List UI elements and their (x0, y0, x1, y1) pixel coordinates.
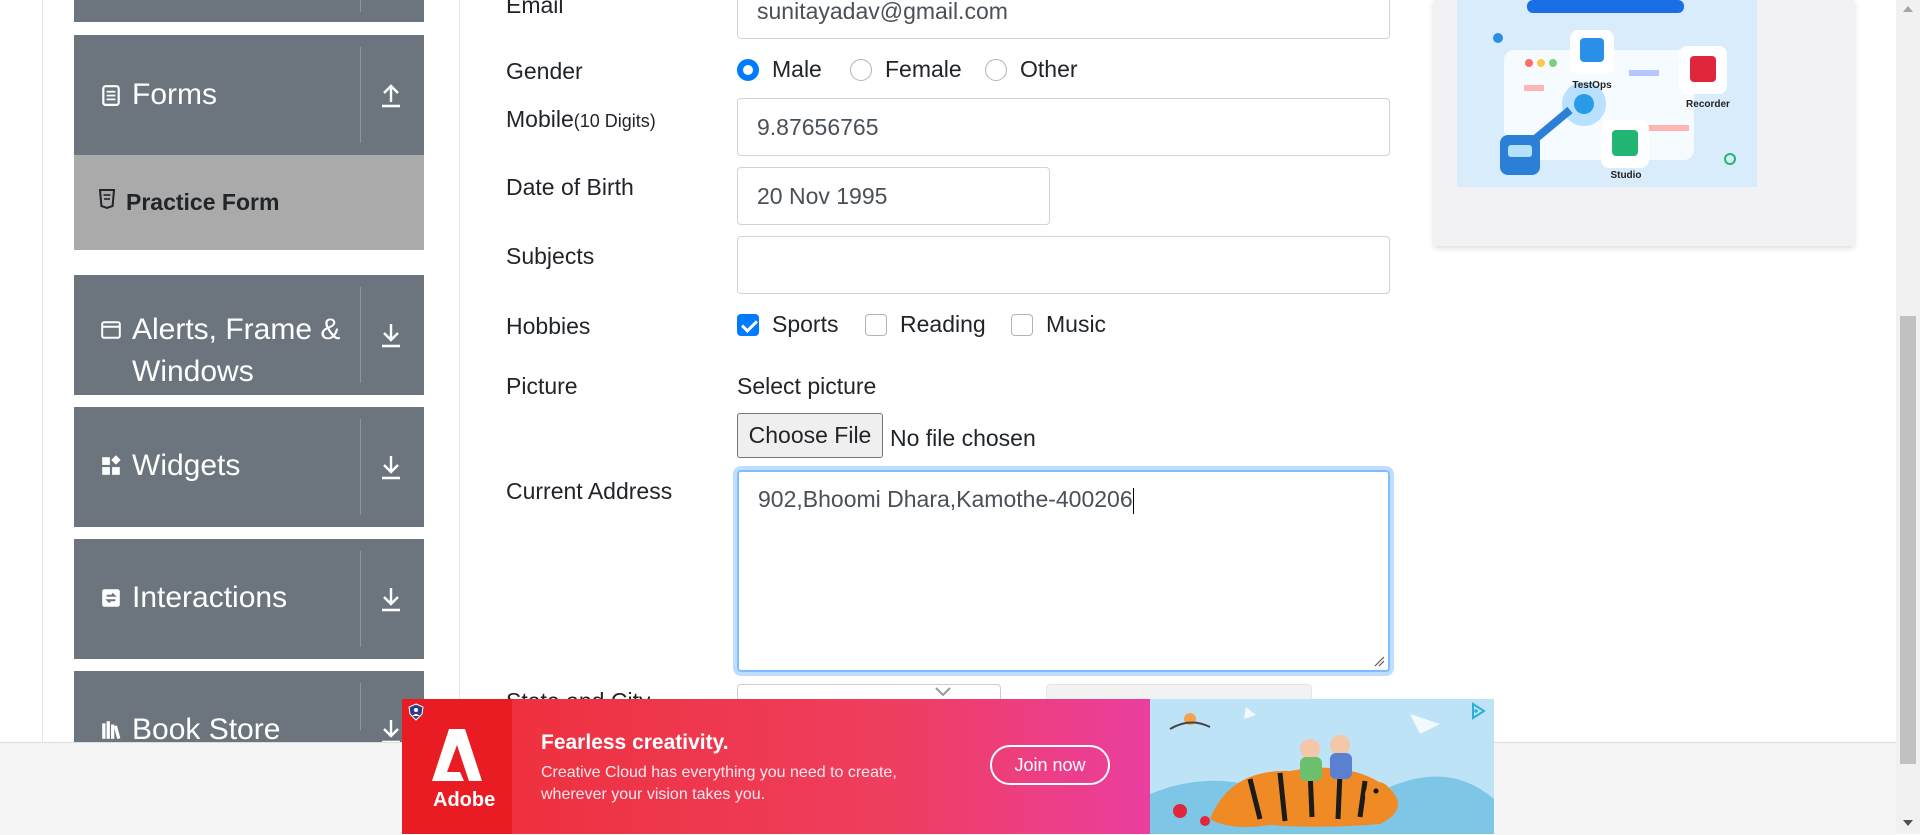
ad-body: Creative Cloud has everything you need t… (541, 764, 897, 803)
promo-label-testops: TestOps (1572, 80, 1612, 91)
mobile-field[interactable]: 9.87656765 (737, 98, 1390, 156)
book-icon (102, 721, 121, 740)
arrow-down-icon[interactable] (376, 452, 406, 482)
sidebar-group-forms[interactable]: Forms (74, 35, 424, 155)
subjects-input[interactable] (737, 236, 1390, 294)
tiger-illustration (1150, 699, 1494, 834)
gender-other-radio[interactable]: Other (985, 56, 1078, 83)
hobby-sports-label: Sports (772, 311, 839, 337)
resize-handle-icon[interactable] (1373, 655, 1385, 667)
sidebar-group-label: Widgets (132, 449, 241, 482)
sidebar-group-widgets[interactable]: Widgets (74, 407, 424, 527)
sidebar-separator (360, 47, 361, 143)
gender-female-radio[interactable]: Female (850, 56, 962, 83)
sidebar-item-practice-form[interactable]: Practice Form (74, 155, 424, 250)
sidebar-group-label: Forms (132, 78, 217, 111)
sidebar-group-label: Interactions (132, 581, 288, 614)
arrow-down-icon[interactable] (376, 584, 406, 614)
sidebar-border (42, 0, 43, 742)
sidebar-group-title: Book Store (100, 709, 280, 742)
gender-male-label: Male (772, 56, 822, 82)
subjects-label: Subjects (506, 243, 595, 269)
hobbies-label: Hobbies (506, 313, 591, 339)
current-address-textarea[interactable]: 902,Bhoomi Dhara,Kamothe-400206 (737, 470, 1390, 672)
sidebar-separator (360, 683, 361, 730)
page-scrollbar[interactable] (1896, 0, 1920, 834)
sidebar-group-label: Book Store (132, 713, 281, 742)
hobby-reading-checkbox[interactable]: Reading (865, 311, 986, 338)
adobe-ad-banner[interactable]: Adobe Fearless creativity. Creative Clou… (402, 699, 1494, 834)
dob-label: Date of Birth (506, 174, 634, 200)
hobby-sports-checkbox[interactable]: Sports (737, 311, 838, 338)
sidebar-separator (360, 551, 361, 647)
dob-field[interactable]: 20 Nov 1995 (737, 167, 1050, 225)
sidebar-border-right (459, 0, 460, 742)
state-city-label-text: State and City (506, 688, 650, 699)
ad-join-now-button[interactable]: Join now (990, 745, 1110, 785)
ad-headline: Fearless creativity. (541, 731, 729, 754)
html5-icon (98, 189, 116, 210)
promo-banner[interactable]: TestOps Recorder Studio (1434, 0, 1854, 246)
state-city-label: State and City (506, 688, 650, 699)
mobile-label: Mobile(10 Digits) (506, 106, 656, 133)
hobby-music-label: Music (1046, 311, 1107, 337)
mobile-label-hint: (10 Digits) (573, 111, 656, 131)
scrollbar-thumb[interactable] (1900, 316, 1916, 764)
promo-illustration: TestOps Recorder Studio (1457, 0, 1757, 187)
radio-unchecked-icon (850, 58, 872, 81)
checkbox-checked-icon (737, 313, 759, 336)
ad-brand: Adobe (433, 789, 496, 811)
picture-label: Picture (506, 373, 578, 399)
scroll-down-arrow-icon[interactable] (1903, 820, 1913, 826)
sidebar-separator (360, 287, 361, 383)
select-picture-label: Select picture (737, 373, 877, 399)
sidebar-group-title: Forms (100, 74, 217, 116)
sidebar-item-label: Practice Form (126, 189, 280, 215)
scroll-up-arrow-icon[interactable] (1903, 6, 1913, 12)
arrow-up-icon[interactable] (376, 80, 406, 110)
gender-other-label: Other (1020, 56, 1078, 82)
ad-choices-icon[interactable] (1468, 701, 1488, 721)
sidebar-group-interactions[interactable]: Interactions (74, 539, 424, 659)
interactions-icon (102, 589, 120, 607)
sidebar-group-label: Alerts, Frame & Windows (132, 309, 340, 393)
sidebar-group-title: Widgets (100, 445, 240, 487)
arrow-down-icon[interactable] (376, 320, 406, 350)
promo-label-recorder: Recorder (1686, 99, 1730, 110)
radio-unchecked-icon (985, 58, 1007, 81)
checkbox-unchecked-icon (1011, 313, 1033, 336)
gender-female-label: Female (885, 56, 962, 82)
current-address-value: 902,Bhoomi Dhara,Kamothe-400206 (758, 486, 1133, 512)
mobile-label-text: Mobile (506, 106, 574, 132)
sidebar-group-label-line1: Alerts, Frame & (132, 313, 341, 346)
city-select[interactable] (1046, 684, 1312, 699)
choose-file-button[interactable]: Choose File (737, 413, 883, 458)
sidebar-group-elements-partial[interactable] (74, 0, 424, 22)
checkbox-unchecked-icon (865, 313, 887, 336)
window-icon (101, 321, 121, 339)
hobby-reading-label: Reading (900, 311, 986, 337)
gender-male-radio[interactable]: Male (737, 56, 822, 83)
current-address-label: Current Address (506, 478, 673, 504)
widgets-icon (102, 455, 121, 475)
window-icon-wrap (100, 319, 122, 346)
sidebar-group-label-line2: Windows (132, 355, 254, 388)
sidebar-group-alerts[interactable]: Alerts, Frame & Windows (74, 275, 424, 395)
hobby-music-checkbox[interactable]: Music (1011, 311, 1106, 338)
ad-shield-icon[interactable] (408, 703, 424, 721)
radio-checked-icon (737, 58, 759, 81)
sidebar-separator (360, 0, 361, 12)
state-select[interactable] (737, 684, 1001, 699)
sidebar-group-book-store[interactable]: Book Store (74, 671, 424, 742)
chevron-down-icon (935, 687, 951, 697)
sidebar-separator (360, 419, 361, 515)
promo-label-studio: Studio (1610, 170, 1641, 181)
file-status-text: No file chosen (890, 425, 1036, 451)
sidebar-group-title: Interactions (100, 577, 287, 619)
text-caret (1132, 487, 1134, 514)
email-label: Email (506, 0, 564, 18)
form-icon (102, 85, 120, 106)
gender-label: Gender (506, 58, 583, 84)
email-field[interactable]: sunitayadav@gmail.com (737, 0, 1390, 39)
